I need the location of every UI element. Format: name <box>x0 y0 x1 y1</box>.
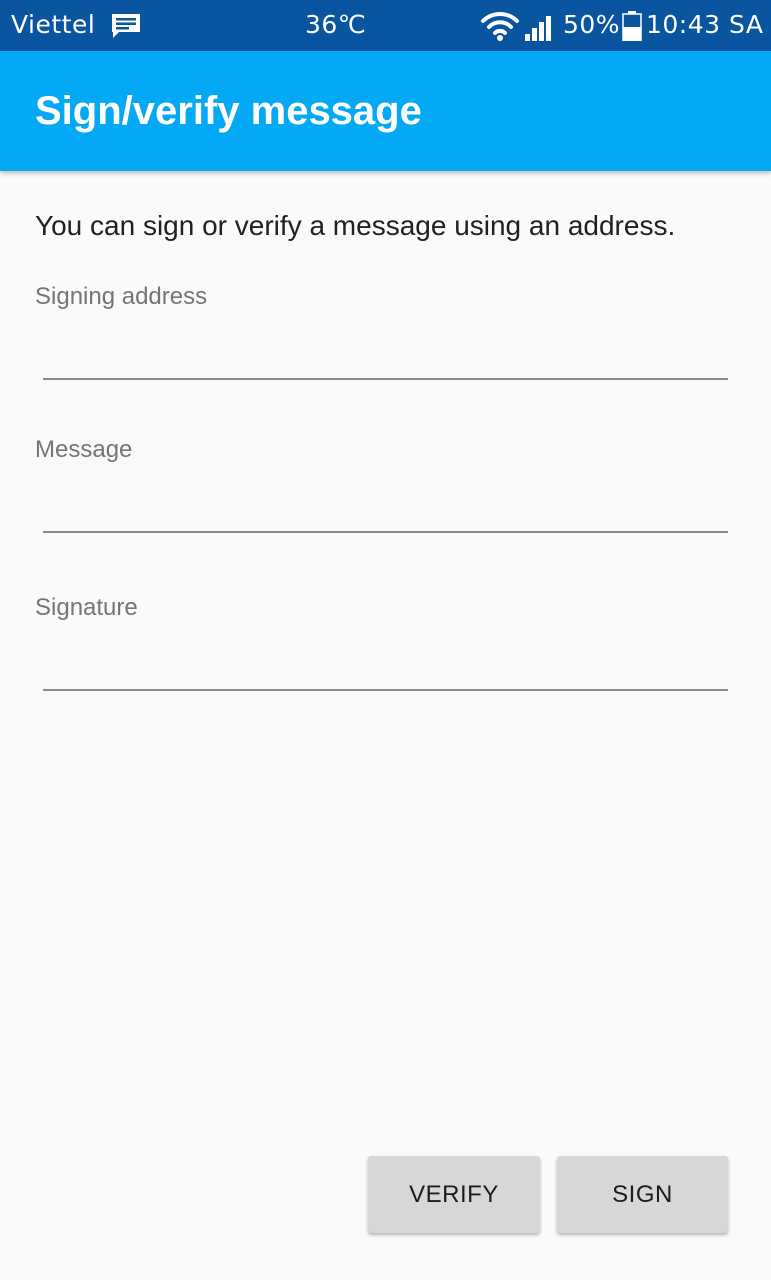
app-bar: Sign/verify message <box>0 51 771 171</box>
verify-button[interactable]: VERIFY <box>368 1156 540 1233</box>
intro-text: You can sign or verify a message using a… <box>35 210 676 241</box>
battery-percent: 50% <box>563 10 621 39</box>
signature-input[interactable] <box>43 631 728 691</box>
signing-address-input[interactable] <box>43 320 728 380</box>
page-title: Sign/verify message <box>35 89 422 133</box>
message-icon <box>110 13 142 39</box>
battery-icon <box>622 11 642 42</box>
message-label: Message <box>35 436 133 463</box>
clock-time: 10:43 SA <box>646 10 764 39</box>
message-field: Message <box>35 433 728 543</box>
carrier-name: Viettel <box>11 10 96 39</box>
signing-address-label: Signing address <box>35 283 208 310</box>
wifi-icon <box>480 10 520 42</box>
signature-field: Signature <box>35 591 728 701</box>
signature-label: Signature <box>35 594 138 621</box>
temperature: 36℃ <box>305 10 367 39</box>
message-input[interactable] <box>43 473 728 533</box>
status-bar: Viettel 36℃ 50% 10:43 SA <box>0 0 771 51</box>
sign-button[interactable]: SIGN <box>557 1156 728 1233</box>
signal-icon <box>524 10 556 42</box>
signing-address-field: Signing address <box>35 280 728 390</box>
